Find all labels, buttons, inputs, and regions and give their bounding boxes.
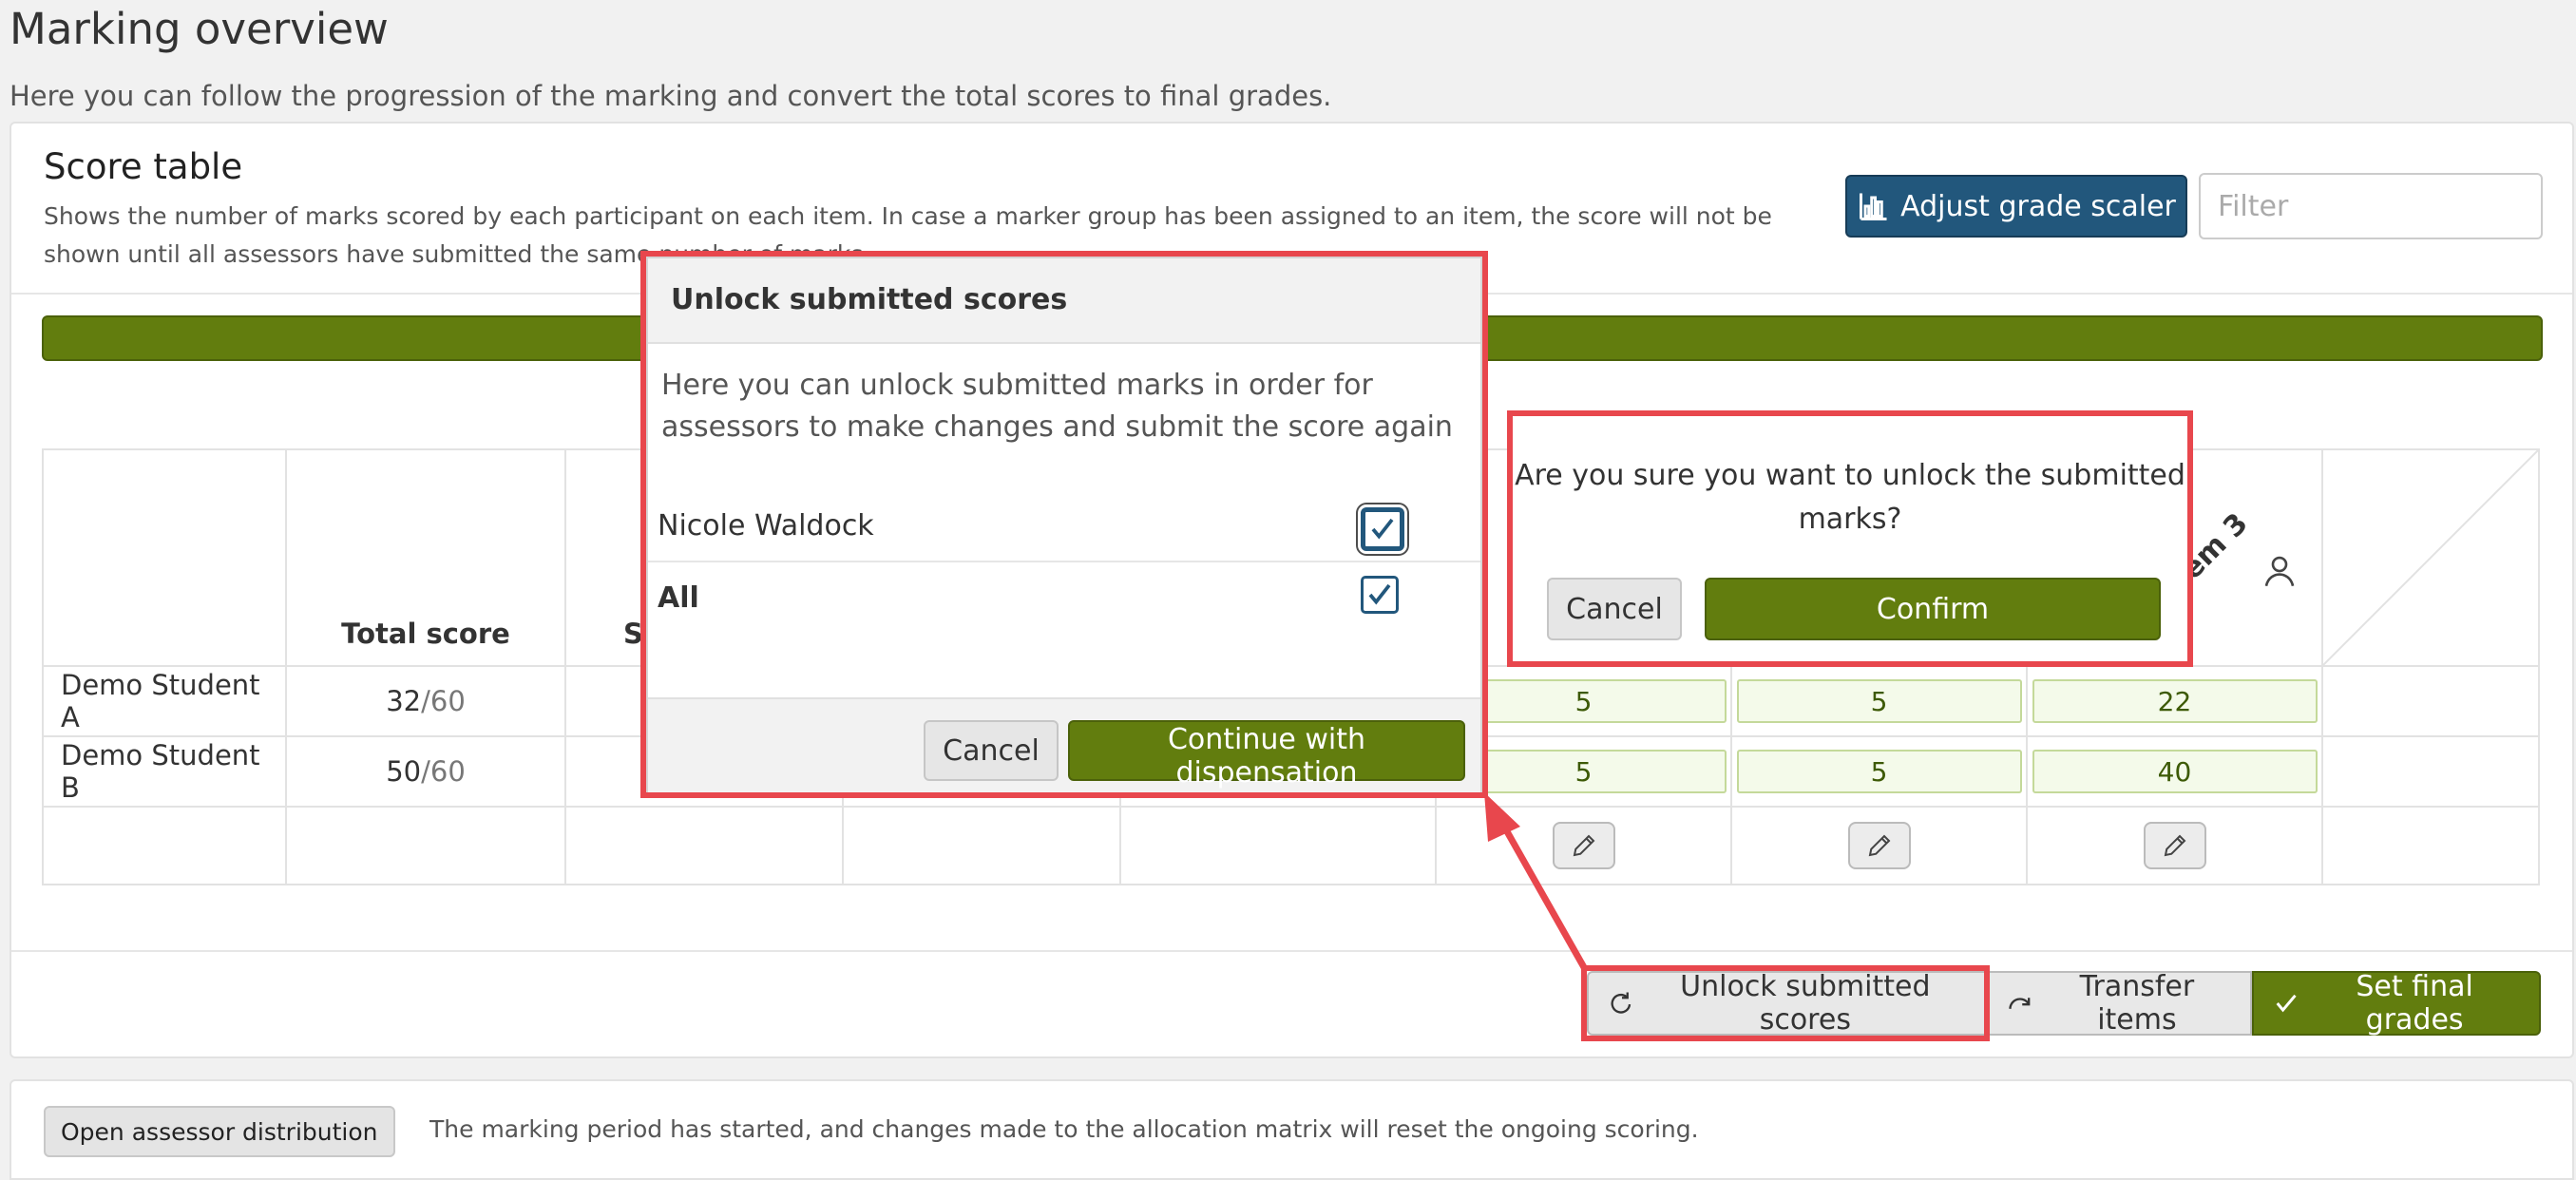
edit-item-1-button[interactable] bbox=[1552, 822, 1615, 869]
set-final-grades-label: Set final grades bbox=[2356, 970, 2473, 1037]
student-name: Demo Student B bbox=[42, 735, 287, 808]
dialog-footer: Cancel Continue with dispensation bbox=[648, 697, 1480, 794]
adjust-grade-scaler-button[interactable]: Adjust grade scaler bbox=[1845, 175, 2187, 238]
item-1-score[interactable]: 5 bbox=[1441, 679, 1727, 723]
adjust-grade-scaler-label: Adjust grade scaler bbox=[1900, 189, 2176, 223]
section-title: Score table bbox=[44, 146, 243, 187]
redo-arrow-icon bbox=[2009, 998, 2031, 1009]
diagonal-divider bbox=[2323, 450, 2538, 665]
continue-with-dispensation-button[interactable]: Continue with dispensation bbox=[1068, 720, 1465, 790]
popover-cancel-button[interactable]: Cancel bbox=[1547, 578, 1682, 640]
assessor-row: Nicole Waldock bbox=[648, 492, 1480, 562]
item-1-score[interactable]: 5 bbox=[1441, 750, 1727, 793]
refresh-icon bbox=[1611, 992, 1631, 1014]
allocation-warning: The marking period has started, and chan… bbox=[429, 1115, 1699, 1143]
edit-item-3-button[interactable] bbox=[2143, 822, 2206, 869]
transfer-items-button[interactable]: Transfer items bbox=[1988, 970, 2252, 1037]
total-score-header: Total score bbox=[285, 448, 566, 667]
all-label: All bbox=[658, 581, 699, 615]
filter-input[interactable] bbox=[2199, 173, 2543, 239]
page-title: Marking overview bbox=[10, 4, 389, 54]
item-2-score[interactable]: 5 bbox=[1736, 750, 2022, 793]
name-header bbox=[42, 448, 287, 667]
transfer-items-label: Transfer items bbox=[2079, 970, 2195, 1037]
all-row: All bbox=[648, 564, 1480, 635]
unlock-submitted-scores-label: Unlock submitted scores bbox=[1680, 970, 1931, 1037]
pencil-icon bbox=[1573, 834, 1594, 857]
edit-row bbox=[42, 806, 2540, 885]
assessor-name: Nicole Waldock bbox=[658, 509, 874, 542]
all-checkbox[interactable] bbox=[1361, 576, 1399, 614]
total-score: 32/60 bbox=[285, 665, 566, 737]
assessor-distribution-panel: Open assessor distribution The marking p… bbox=[10, 1079, 2574, 1180]
item-3-score[interactable]: 22 bbox=[2032, 679, 2318, 723]
set-final-grades-button[interactable]: Set final grades bbox=[2252, 970, 2541, 1037]
item-3-score[interactable]: 40 bbox=[2032, 750, 2318, 793]
dialog-title: Unlock submitted scores bbox=[671, 283, 1068, 316]
confirm-unlock-popover: Are you sure you want to unlock the subm… bbox=[1513, 416, 2187, 661]
bar-chart-icon bbox=[1860, 193, 1887, 220]
page-description: Here you can follow the progression of t… bbox=[10, 80, 1332, 112]
dialog-cancel-button[interactable]: Cancel bbox=[924, 720, 1059, 781]
dialog-header: Unlock submitted scores bbox=[648, 258, 1480, 344]
person-icon bbox=[2264, 556, 2295, 587]
dialog-description: Here you can unlock submitted marks in o… bbox=[661, 369, 1453, 444]
unlock-scores-dialog: Unlock submitted scores Here you can unl… bbox=[646, 257, 1482, 794]
confirm-question: Are you sure you want to unlock the subm… bbox=[1515, 459, 2185, 536]
checkmark-icon bbox=[1371, 518, 1394, 540]
student-name: Demo Student A bbox=[42, 665, 287, 737]
checkmark-icon bbox=[1368, 583, 1391, 605]
confirm-button[interactable]: Confirm bbox=[1705, 578, 2161, 640]
pencil-icon bbox=[1868, 834, 1890, 857]
total-score: 50/60 bbox=[285, 735, 566, 808]
unlock-submitted-scores-button[interactable]: Unlock submitted scores bbox=[1587, 970, 1988, 1037]
item-2-score[interactable]: 5 bbox=[1736, 679, 2022, 723]
check-icon bbox=[2276, 994, 2297, 1013]
open-assessor-distribution-button[interactable]: Open assessor distribution bbox=[44, 1106, 395, 1157]
assessor-checkbox[interactable] bbox=[1358, 504, 1407, 554]
pencil-icon bbox=[2164, 834, 2185, 857]
edit-item-2-button[interactable] bbox=[1847, 822, 1911, 869]
